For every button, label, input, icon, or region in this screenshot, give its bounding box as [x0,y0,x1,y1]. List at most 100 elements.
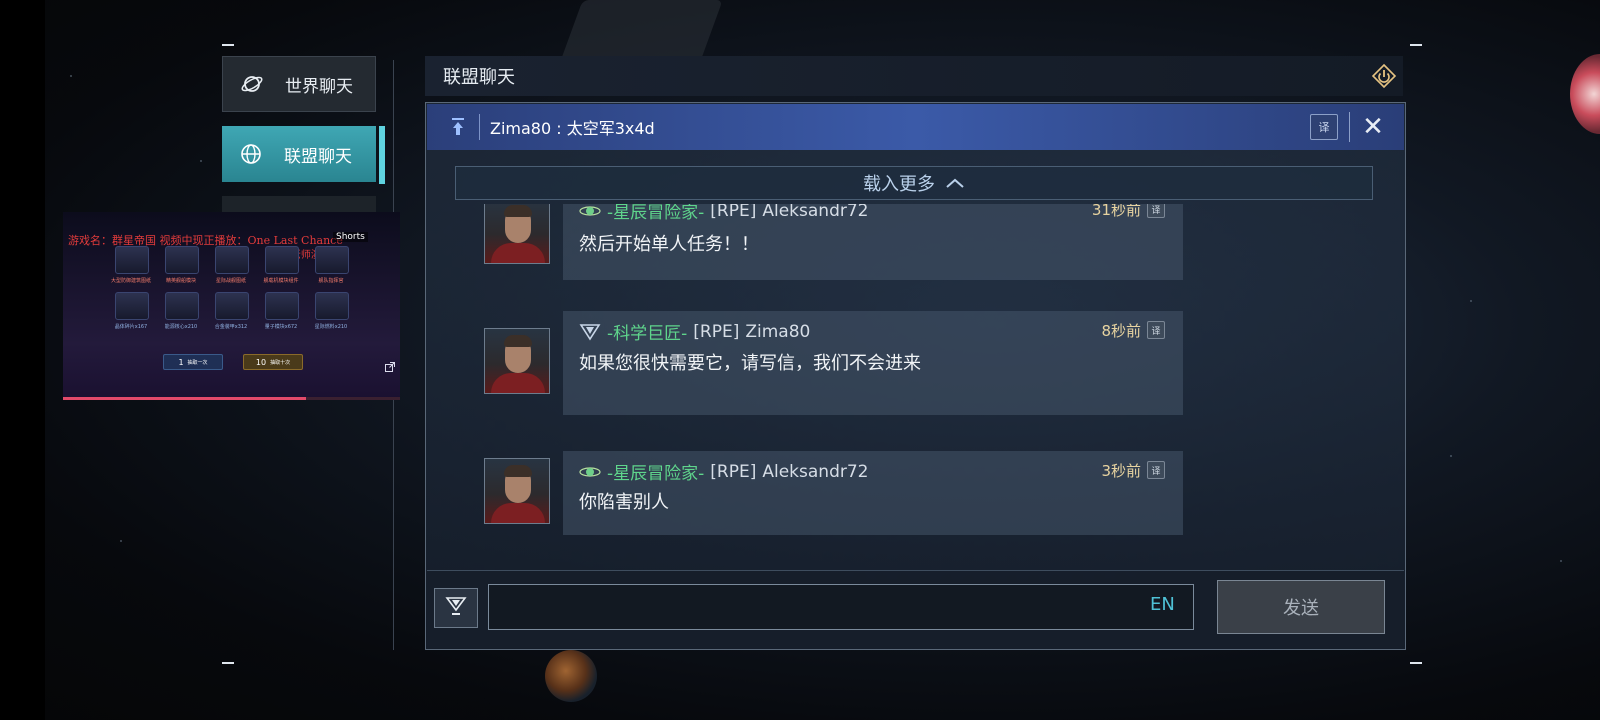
background-star [120,540,122,542]
avatar[interactable] [484,204,550,264]
message-header: -星辰冒险家- [RPE] Aleksandr72 [579,204,868,223]
video-item [265,246,299,274]
video-item [215,246,249,274]
corner-mark [1410,44,1422,46]
video-item-label: 合金装甲x312 [214,324,248,330]
tab-world-chat-label: 世界聊天 [285,76,353,97]
emoji-button[interactable] [434,588,478,628]
tab-world-chat[interactable]: 世界聊天 [222,56,376,112]
pinned-message-bar[interactable]: Zima80 : 太空军3x4d [427,104,1404,150]
left-black-bar [0,0,45,720]
video-item-label: 能源核心x210 [164,324,198,330]
video-item-label: 量子模块x672 [264,324,298,330]
message-time: 31秒前 [1091,204,1141,219]
pinned-separator [479,114,480,140]
message-header: -星辰冒险家- [RPE] Aleksandr72 [579,459,868,484]
video-item-label: 舰队指挥官 [318,278,344,284]
message-text: 你陷害别人 [579,492,669,513]
video-item [315,292,349,320]
close-icon[interactable]: ✕ [1358,112,1388,142]
translate-text: 译 [1318,121,1330,134]
message-time: 8秒前 [1101,322,1141,340]
video-item [115,246,149,274]
science-master-icon [579,323,601,341]
translate-icon[interactable]: 译 [1310,114,1338,140]
globe-icon [240,143,262,165]
chevron-down-icon [445,595,467,621]
message-sender[interactable]: Aleksandr72 [762,204,868,221]
video-item [165,246,199,274]
chevron-up-icon [945,173,965,194]
load-more-button[interactable]: 载入更多 [455,166,1373,200]
pinned-divider [1349,112,1350,142]
translate-text: 译 [1151,205,1161,216]
close-symbol: ✕ [1362,112,1384,142]
video-overlay-tag: Shorts [333,232,368,242]
message-rank: -星辰冒险家- [607,464,705,484]
message-translate-icon[interactable]: 译 [1147,204,1165,218]
message-text: 然后开始单人任务！！ [579,234,759,255]
message-sender[interactable]: Aleksandr72 [762,462,868,482]
message-time: 3秒前 [1101,462,1141,480]
list-item[interactable]: -星辰冒险家- [RPE] Aleksandr72 3秒前 译 你陷害别人 [563,451,1183,535]
video-item [215,292,249,320]
message-tag: [RPE] [693,321,740,342]
load-more-label: 载入更多 [863,174,935,195]
pinned-message-text: Zima80 : 太空军3x4d [490,119,655,138]
message-text: 如果您很快需要它，请写信，我们不会进来 [579,353,921,374]
video-item-label: 星际燃料x210 [314,324,348,330]
video-item-label: 舰载机模块组件 [263,278,299,284]
power-icon[interactable] [1370,62,1398,90]
video-item [115,292,149,320]
list-item[interactable]: -星辰冒险家- [RPE] Aleksandr72 31秒前 译 然后开始单人任… [563,204,1183,280]
background-star [200,160,202,162]
translate-text: 译 [1151,326,1161,337]
floating-video-player[interactable]: 游戏名：群星帝国 视频中现正播放：One Last Chance (赫姆老师演唱… [63,212,400,400]
chat-header: 联盟聊天 [425,56,1403,96]
video-item-label: 晶体碎片x167 [114,324,148,330]
draw-ten-count: 10 [255,357,267,367]
message-sender[interactable]: Zima80 [745,322,810,342]
active-tab-indicator [379,126,385,184]
message-tag: [RPE] [710,461,757,482]
message-tag: [RPE] [710,204,757,221]
draw-one-label: 抽取一次 [187,359,208,366]
video-item [265,292,299,320]
message-list[interactable]: -星辰冒险家- [RPE] Aleksandr72 31秒前 译 然后开始单人任… [427,204,1404,570]
video-item-label: 大型防御建筑图纸 [110,278,151,284]
draw-ten-label: 抽取十次 [270,359,291,366]
video-draw-ten-button: 10 抽取十次 [243,354,303,370]
message-rank: -科学巨匠- [607,324,688,344]
video-item-label: 星际战舰图纸 [215,278,246,284]
message-rank: -星辰冒险家- [607,204,705,223]
star-adventurer-icon [579,204,601,220]
tab-alliance-chat[interactable]: 联盟聊天 [222,126,376,182]
background-star [1470,300,1472,302]
background-star [1450,455,1452,457]
corner-mark [222,44,234,46]
background-planet [545,650,597,702]
avatar[interactable] [484,458,550,524]
star-adventurer-icon [579,463,601,481]
translate-text: 译 [1151,466,1161,477]
message-translate-icon[interactable]: 译 [1147,461,1165,479]
edge-profile-avatar[interactable] [1570,54,1600,134]
language-toggle[interactable]: EN [1150,594,1175,615]
list-item[interactable]: -科学巨匠- [RPE] Zima80 8秒前 译 如果您很快需要它，请写信，我… [563,311,1183,415]
expand-video-icon[interactable] [385,362,395,375]
message-translate-icon[interactable]: 译 [1147,321,1165,339]
avatar[interactable] [484,328,550,394]
video-item [165,292,199,320]
video-draw-one-button: 1 抽取一次 [163,354,223,370]
corner-mark [222,662,234,664]
corner-mark [1410,662,1422,664]
send-button[interactable]: 发送 [1217,580,1385,634]
send-button-label: 发送 [1283,598,1319,619]
page-title: 联盟聊天 [443,67,515,88]
video-item-label: 精英舰船模块 [165,278,196,284]
video-progress-fill [63,397,306,400]
background-star [70,75,72,77]
draw-one-count: 1 [178,357,184,367]
message-header: -科学巨匠- [RPE] Zima80 [579,319,810,344]
chat-message-input[interactable] [488,584,1194,630]
